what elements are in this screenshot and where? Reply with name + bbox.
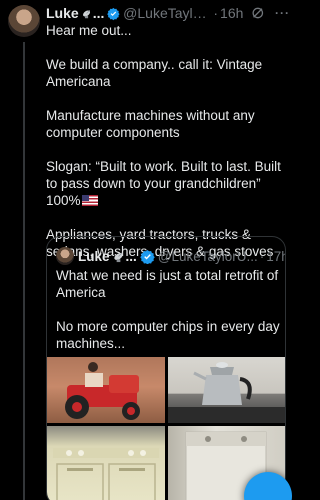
- separator-dot: ·: [259, 248, 265, 264]
- tweet-body: Hear me out... We build a company.. call…: [46, 22, 290, 260]
- tweet-text-paragraph: We build a company.. call it: Vintage Am…: [46, 57, 263, 89]
- verified-badge-icon: [140, 249, 155, 264]
- grok-icon[interactable]: [251, 5, 265, 21]
- quoted-author-avatar: [56, 247, 74, 265]
- name-ellipsis: ...: [92, 5, 105, 21]
- satellite-dish-icon: [82, 9, 90, 18]
- tractor-image[interactable]: [47, 357, 165, 423]
- quoted-name-ellipsis: ...: [125, 248, 137, 264]
- satellite-dish-icon: [113, 251, 123, 262]
- quoted-text-paragraph: What we need is just a total retrofit of…: [56, 268, 279, 300]
- us-flag-icon: [81, 195, 98, 206]
- quoted-text-paragraph: No more computer chips in every day mach…: [56, 319, 280, 351]
- tweet-text-line: Hear me out...: [46, 23, 132, 38]
- quoted-tweet-body: What we need is just a total retrofit of…: [56, 267, 280, 352]
- quoted-tweet-header: Luke ... @LukeTaylorU... · 17h: [56, 247, 285, 265]
- separator-dot: ·: [213, 5, 219, 21]
- coffee-percolator-image[interactable]: [168, 357, 285, 423]
- quoted-tweet[interactable]: Luke ... @LukeTaylorU... · 17h What we n…: [46, 236, 286, 500]
- quoted-author-name: Luke: [78, 248, 110, 264]
- quoted-timestamp: 17h: [266, 248, 285, 264]
- verified-badge-icon[interactable]: [107, 6, 120, 21]
- author-name[interactable]: Luke: [46, 5, 79, 21]
- tweet-header: Luke ... @LukeTaylorU... · 16h ···: [46, 4, 290, 22]
- vintage-stove-image[interactable]: [47, 426, 165, 500]
- tweet-text-paragraph: Slogan: “Built to work. Built to last. B…: [46, 158, 290, 209]
- author-avatar[interactable]: [8, 5, 40, 37]
- author-handle[interactable]: @LukeTaylorU...: [123, 5, 211, 21]
- tweet-text-paragraph: Manufacture machines without any compute…: [46, 108, 255, 140]
- tweet-timestamp[interactable]: 16h: [220, 5, 243, 21]
- more-options-icon[interactable]: ···: [275, 6, 290, 20]
- quoted-author-handle: @LukeTaylorU...: [157, 248, 258, 264]
- thread-line: [23, 42, 25, 500]
